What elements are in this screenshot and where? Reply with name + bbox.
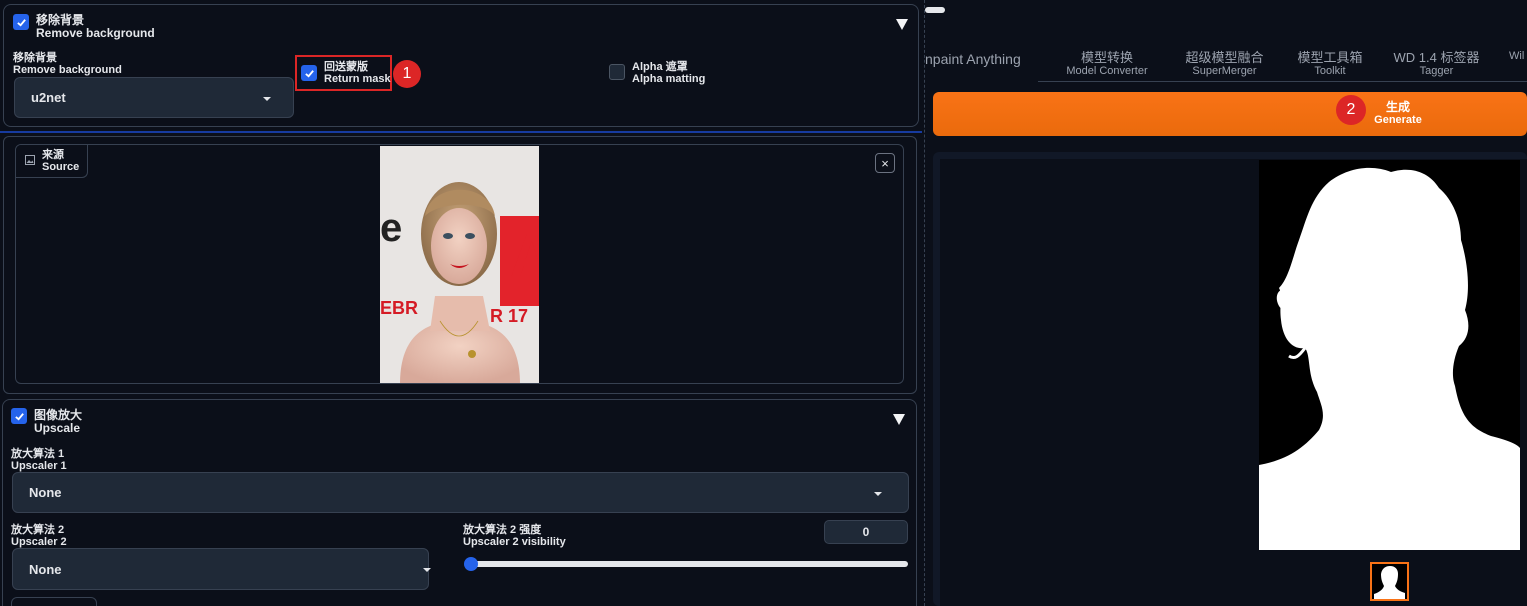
- tab-model-converter[interactable]: 模型转换 Model Converter: [1055, 50, 1159, 78]
- right-column: npaint Anything 模型转换 Model Converter 超级模…: [925, 0, 1527, 606]
- upscaler1-label: 放大算法 1 Upscaler 1: [11, 448, 67, 472]
- return-mask-zh: 回送蒙版: [324, 61, 368, 73]
- source-label-en: Source: [42, 161, 80, 173]
- tab-wildcards-en: Wil: [1509, 50, 1525, 62]
- generate-button[interactable]: 2 生成 Generate: [933, 92, 1527, 136]
- chevron-down-icon: [874, 491, 882, 496]
- step-badge-1: 1: [393, 60, 421, 88]
- model-dropdown[interactable]: u2net: [14, 77, 294, 118]
- check-icon: [304, 69, 314, 78]
- tab-model-converter-zh: 模型转换: [1080, 50, 1133, 65]
- chevron-down-icon: [423, 568, 431, 572]
- remove-background-enable-checkbox[interactable]: [13, 14, 29, 30]
- generate-label-zh: 生成: [1385, 100, 1410, 114]
- alpha-matting-checkbox[interactable]: [609, 64, 625, 80]
- tab-tagger-zh: WD 1.4 标签器: [1393, 50, 1480, 65]
- upscaler2-value: None: [29, 561, 62, 577]
- output-image-frame: [940, 159, 1527, 606]
- svg-text:R 17: R 17: [490, 306, 528, 326]
- upscaler2-visibility-label: 放大算法 2 强度 Upscaler 2 visibility: [463, 524, 566, 548]
- generate-label-en: Generate: [1374, 114, 1422, 126]
- tab-supermerger[interactable]: 超级模型融合 SuperMerger: [1177, 50, 1272, 78]
- partial-element: [11, 597, 97, 606]
- tab-toolkit[interactable]: 模型工具箱 Toolkit: [1290, 50, 1370, 78]
- remove-background-header-en: Remove background: [36, 26, 155, 40]
- model-dropdown-value: u2net: [31, 90, 66, 105]
- tab-inpaint-anything[interactable]: npaint Anything: [925, 52, 1030, 67]
- chevron-down-icon: [263, 96, 271, 101]
- thumbnail-selected[interactable]: [1370, 562, 1409, 601]
- model-label-zh: 移除背景: [13, 52, 57, 64]
- upscaler2-visibility-number[interactable]: 0: [824, 520, 908, 544]
- tabs-underline: [1038, 81, 1527, 82]
- tab-toolkit-zh: 模型工具箱: [1297, 50, 1363, 65]
- upscaler1-zh: 放大算法 1: [11, 448, 65, 460]
- clear-image-button[interactable]: ×: [875, 153, 895, 173]
- return-mask-en: Return mask: [324, 73, 391, 85]
- step-badge-2: 2: [1336, 95, 1366, 125]
- return-mask-checkbox[interactable]: [301, 65, 317, 81]
- collapse-toggle-icon[interactable]: [896, 19, 908, 30]
- tab-inpaint-anything-zh: npaint Anything: [925, 51, 1021, 67]
- alpha-matting-en: Alpha matting: [632, 73, 706, 85]
- tab-wildcards-partial[interactable]: Wil: [1509, 50, 1527, 63]
- upscaler1-dropdown[interactable]: None: [12, 472, 909, 513]
- upscaler1-en: Upscaler 1: [11, 460, 67, 472]
- mask-thumbnail: [1374, 566, 1405, 599]
- tab-supermerger-zh: 超级模型融合: [1185, 50, 1264, 65]
- output-gallery: [933, 152, 1527, 606]
- tab-tagger-en: Tagger: [1419, 65, 1454, 77]
- alpha-matting-zh: Alpha 遮罩: [632, 61, 688, 73]
- model-label: 移除背景 Remove background: [13, 52, 122, 76]
- slider-thumb[interactable]: [464, 557, 478, 571]
- source-label-zh: 来源: [42, 149, 64, 161]
- output-mask-image[interactable]: [1259, 160, 1520, 550]
- upscaler2-visibility-zh: 放大算法 2 强度: [463, 524, 542, 536]
- source-label: 来源 Source: [16, 145, 88, 178]
- left-column: 移除背景 Remove background 移除背景 Remove backg…: [0, 0, 922, 606]
- tab-toolkit-en: Toolkit: [1314, 65, 1346, 77]
- upscaler2-label: 放大算法 2 Upscaler 2: [11, 524, 67, 548]
- upscaler2-visibility-value: 0: [862, 525, 870, 539]
- section-focus-line: [0, 131, 922, 133]
- upscaler2-visibility-en: Upscaler 2 visibility: [463, 536, 566, 548]
- tab-supermerger-en: SuperMerger: [1192, 65, 1257, 77]
- upscaler1-value: None: [29, 485, 62, 500]
- return-mask-label: 回送蒙版 Return mask: [324, 61, 391, 85]
- model-label-en: Remove background: [13, 64, 122, 76]
- collapse-toggle-icon[interactable]: [893, 414, 905, 425]
- upscaler2-zh: 放大算法 2: [11, 524, 65, 536]
- upscale-header-en: Upscale: [34, 421, 81, 435]
- svg-text:e: e: [380, 206, 402, 250]
- source-image-panel: 来源 Source × A EBR R 17 e: [3, 136, 917, 394]
- svg-text:EBR: EBR: [380, 298, 418, 318]
- remove-background-panel: 移除背景 Remove background 移除背景 Remove backg…: [3, 4, 919, 127]
- scroll-indicator: [925, 7, 945, 13]
- alpha-matting-label: Alpha 遮罩 Alpha matting: [632, 61, 705, 85]
- check-icon: [16, 18, 26, 27]
- upscale-panel: 图像放大 Upscale 放大算法 1 Upscaler 1 None 放大算法…: [2, 399, 917, 606]
- image-icon: [25, 155, 35, 165]
- upscaler2-en: Upscaler 2: [11, 536, 67, 548]
- tab-model-converter-en: Model Converter: [1066, 65, 1148, 77]
- close-icon: ×: [881, 155, 889, 171]
- upscaler2-dropdown[interactable]: None: [12, 548, 431, 590]
- source-image-frame[interactable]: 来源 Source × A EBR R 17 e: [15, 144, 904, 384]
- upscale-enable-checkbox[interactable]: [11, 408, 27, 424]
- source-portrait-photo: A EBR R 17 e: [380, 146, 539, 383]
- upscaler2-visibility-slider[interactable]: [464, 557, 908, 571]
- tab-tagger[interactable]: WD 1.4 标签器 Tagger: [1388, 50, 1485, 78]
- check-icon: [14, 412, 24, 421]
- remove-background-header: 移除背景 Remove background: [36, 14, 155, 40]
- svg-text:A: A: [510, 222, 539, 289]
- upscale-header: 图像放大 Upscale: [34, 409, 82, 435]
